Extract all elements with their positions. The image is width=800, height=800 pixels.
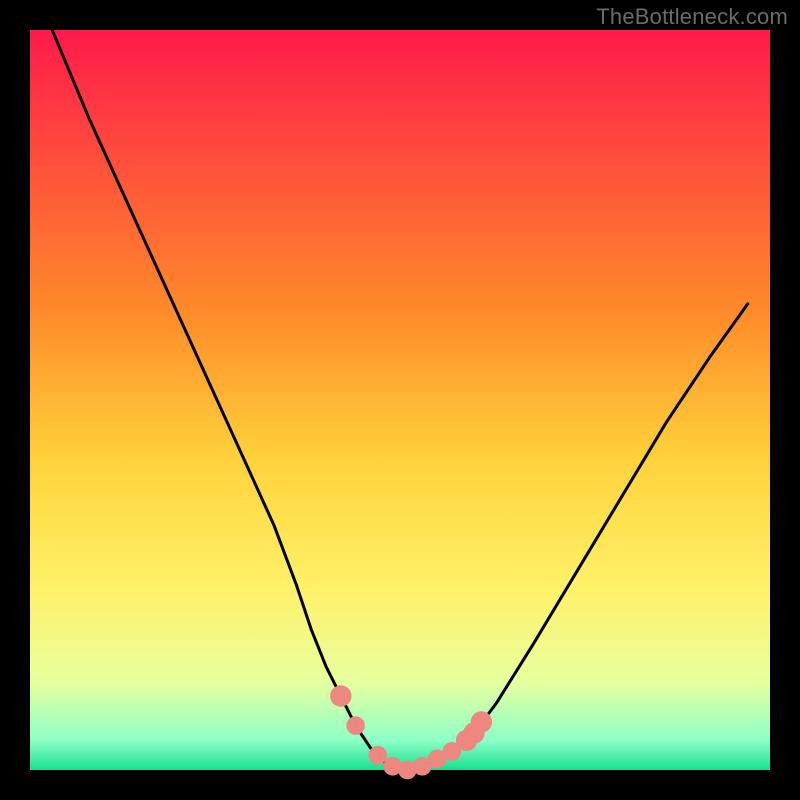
watermark-text: TheBottleneck.com — [596, 4, 788, 30]
marker-point — [346, 716, 365, 735]
marker-point — [330, 685, 351, 706]
plot-area — [30, 30, 770, 770]
chart-svg — [0, 0, 800, 800]
chart-canvas: TheBottleneck.com — [0, 0, 800, 800]
marker-point — [369, 746, 388, 765]
marker-point — [471, 711, 492, 732]
